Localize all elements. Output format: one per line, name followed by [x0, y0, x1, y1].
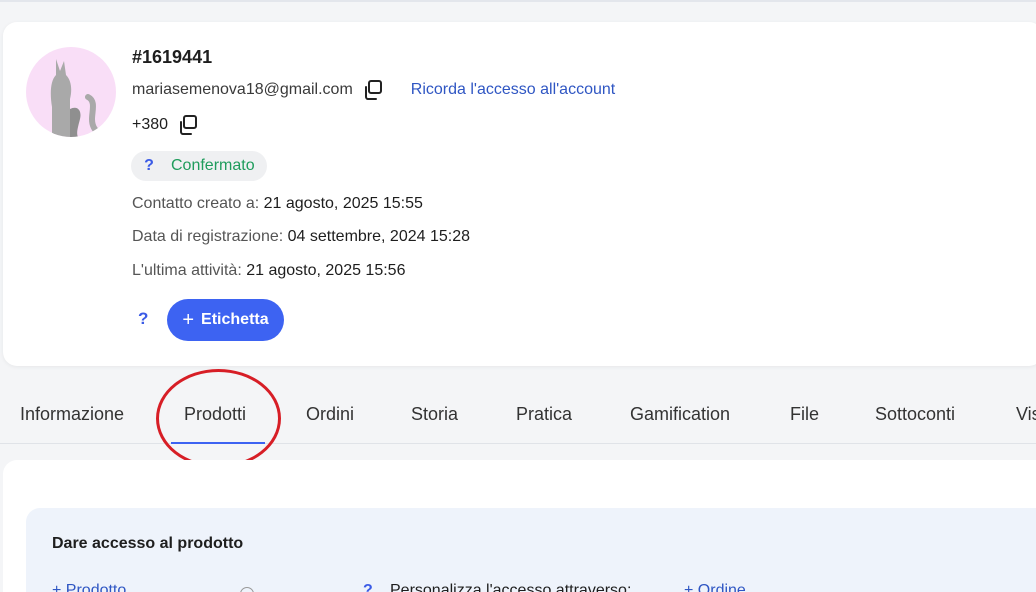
last-activity-value: 21 agosto, 2025 15:56 — [246, 262, 406, 279]
status-badge: ? Confermato — [131, 151, 267, 181]
access-title: Dare accesso al prodotto — [52, 535, 244, 552]
help-icon[interactable]: ? — [363, 582, 373, 592]
tab-ordini[interactable]: Ordini — [306, 404, 354, 425]
avatar — [26, 47, 116, 137]
tab-pratica[interactable]: Pratica — [516, 404, 572, 425]
help-icon[interactable]: ? — [138, 309, 148, 329]
tab-storia[interactable]: Storia — [411, 404, 458, 425]
phone-row: +380 — [132, 113, 200, 137]
copy-icon[interactable] — [176, 113, 200, 137]
contact-created: Contatto creato a: 21 agosto, 2025 15:55 — [132, 195, 423, 213]
plus-icon: + — [182, 309, 195, 331]
phone-value: +380 — [132, 116, 169, 133]
tab-bar: Informazione Prodotti Ordini Storia Prat… — [0, 394, 1036, 444]
add-tag-label: Etichetta — [201, 311, 269, 328]
active-tab-indicator — [171, 442, 265, 444]
last-activity: L'ultima attività: 21 agosto, 2025 15:56 — [132, 262, 405, 280]
add-product-button[interactable]: + Prodotto — [52, 582, 126, 592]
customize-access-label: Personalizza l'accesso attraverso: — [390, 582, 632, 592]
tab-sottoconti[interactable]: Sottoconti — [875, 404, 955, 425]
tab-prodotti[interactable]: Prodotti — [184, 404, 246, 425]
tab-vis[interactable]: Vis — [1016, 404, 1036, 425]
email-value: mariasemenova18@gmail.com — [132, 81, 353, 98]
contact-created-label: Contatto creato a: — [132, 195, 260, 212]
help-icon[interactable]: ? — [141, 157, 157, 175]
tab-file[interactable]: File — [790, 404, 819, 425]
registration-date-label: Data di registrazione: — [132, 228, 284, 245]
remember-access-link[interactable]: Ricorda l'accesso all'account — [411, 81, 615, 99]
add-tag-button[interactable]: + Etichetta — [167, 299, 284, 341]
registration-date: Data di registrazione: 04 settembre, 202… — [132, 228, 470, 246]
profile-card: #1619441 mariasemenova18@gmail.com Ricor… — [3, 22, 1036, 366]
contact-created-value: 21 agosto, 2025 15:55 — [263, 195, 423, 212]
copy-icon[interactable] — [361, 78, 385, 102]
tab-gamification[interactable]: Gamification — [630, 404, 730, 425]
cat-silhouette-icon — [50, 59, 105, 137]
last-activity-label: L'ultima attività: — [132, 262, 242, 279]
top-divider — [0, 0, 1036, 2]
registration-date-value: 04 settembre, 2024 15:28 — [287, 228, 470, 245]
status-text: Confermato — [171, 157, 255, 174]
email-row: mariasemenova18@gmail.com Ricorda l'acce… — [132, 78, 615, 102]
tab-informazione[interactable]: Informazione — [20, 404, 124, 425]
page: #1619441 mariasemenova18@gmail.com Ricor… — [0, 0, 1036, 592]
user-id: #1619441 — [132, 47, 213, 67]
add-order-button[interactable]: + Ordine — [684, 582, 746, 592]
